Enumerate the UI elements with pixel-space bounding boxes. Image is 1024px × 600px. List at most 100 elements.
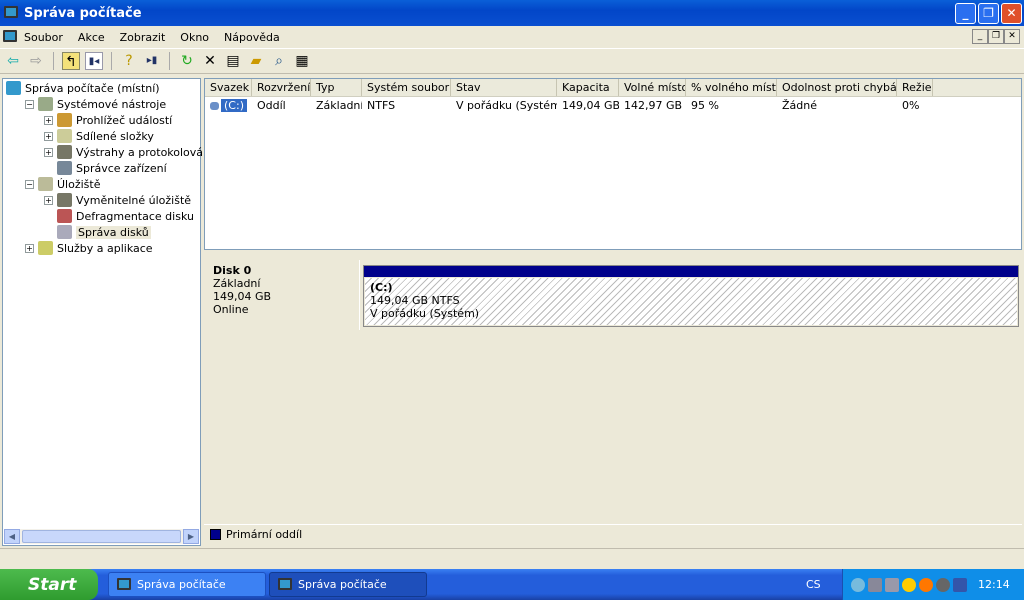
tree-node-icon	[57, 209, 72, 223]
help-icon[interactable]: ?	[120, 52, 138, 70]
app-tray-icon[interactable]	[953, 577, 967, 592]
computer-icon	[4, 6, 18, 18]
tree-node-icon	[57, 129, 72, 143]
volume-name: (C:)	[221, 99, 247, 112]
menu-akce[interactable]: Akce	[78, 31, 105, 44]
tree-item[interactable]: Defragmentace disku	[44, 208, 194, 224]
collapse-icon[interactable]: −	[25, 179, 34, 189]
refresh-icon[interactable]: ↻	[178, 52, 196, 70]
start-button[interactable]: Start	[0, 569, 98, 600]
partition-size: 149,04 GB NTFS	[370, 294, 460, 307]
show-hide-action-pane-icon[interactable]: ▸▮	[143, 52, 161, 70]
show-hide-tree-icon[interactable]: ▮◂	[85, 52, 103, 70]
menu-soubor[interactable]: Soubor	[24, 31, 63, 44]
table-row[interactable]: (C:) Oddíl Základní NTFS V pořádku (Systém) 1…	[205, 97, 1021, 114]
column-header[interactable]: Typ	[311, 79, 362, 96]
settings-icon[interactable]: ▦	[293, 52, 311, 70]
scroll-left-button[interactable]: ◀	[4, 529, 20, 544]
column-header[interactable]: Režie	[897, 79, 933, 96]
column-header[interactable]: % volného místa	[686, 79, 777, 96]
update-icon[interactable]	[919, 577, 933, 592]
maximize-button[interactable]: ❐	[978, 3, 999, 24]
computer-icon	[3, 30, 17, 42]
tree-item[interactable]: − Úložiště	[25, 176, 100, 192]
tree-item-label: Prohlížeč událostí	[76, 113, 173, 127]
partition-c[interactable]: (C:) 149,04 GB NTFS V pořádku (Systém)	[363, 265, 1019, 327]
tree-item-label: Systémové nástroje	[57, 97, 167, 111]
tree-item[interactable]: − Systémové nástroje	[25, 96, 166, 112]
scroll-thumb[interactable]	[22, 530, 181, 543]
table-cell: 149,04 GB	[562, 99, 619, 112]
column-header[interactable]: Volné místo	[619, 79, 686, 96]
column-header[interactable]: Systém souborů	[362, 79, 451, 96]
language-indicator[interactable]: CS	[806, 578, 821, 591]
tree-item[interactable]: + Vyměnitelné úložiště	[44, 192, 191, 208]
partition-status: V pořádku (Systém)	[370, 307, 480, 320]
tree-item[interactable]: Správa disků	[44, 224, 151, 240]
tree-item-label: Úložiště	[57, 177, 101, 191]
up-folder-icon[interactable]: ↰	[62, 52, 80, 70]
tree-line	[44, 212, 53, 221]
mdi-restore-button[interactable]: ❐	[988, 29, 1004, 44]
expand-icon[interactable]: +	[44, 147, 53, 157]
search-icon[interactable]	[851, 577, 865, 592]
tree-item-label: Sdílené složky	[76, 129, 154, 143]
menu-zobrazit[interactable]: Zobrazit	[120, 31, 166, 44]
scroll-right-button[interactable]: ▶	[183, 529, 199, 544]
expand-icon[interactable]: +	[44, 195, 53, 205]
back-icon[interactable]: ⇦	[4, 52, 22, 70]
volume-icon[interactable]	[936, 577, 950, 592]
mdi-close-button[interactable]: ✕	[1004, 29, 1020, 44]
legend: Primární oddíl	[204, 524, 1022, 544]
taskbar-button-active[interactable]: Správa počítače	[269, 572, 427, 597]
collapse-icon[interactable]: −	[25, 99, 34, 109]
disk-info[interactable]: Disk 0 Základní 149,04 GB Online	[204, 260, 360, 330]
expand-icon[interactable]: +	[44, 131, 53, 141]
tree-item[interactable]: + Služby a aplikace	[25, 240, 153, 256]
tree-item[interactable]: + Sdílené složky	[44, 128, 154, 144]
horizontal-scrollbar[interactable]: ◀ ▶	[4, 529, 199, 544]
table-cell: Žádné	[782, 99, 817, 112]
tree-item[interactable]: Správa počítače (místní)	[6, 80, 160, 96]
disk-graph: Disk 0 Základní 149,04 GB Online (C:) 14…	[204, 260, 1022, 330]
tree-item[interactable]: + Výstrahy a protokolování vý	[44, 144, 230, 160]
tree-item[interactable]: + Prohlížeč událostí	[44, 112, 172, 128]
partition-label: (C:)	[370, 281, 393, 294]
drive-icon	[210, 101, 220, 110]
separator	[169, 52, 170, 70]
minimize-button[interactable]: _	[955, 3, 976, 24]
taskbar-button[interactable]: Správa počítače	[108, 572, 266, 597]
column-header[interactable]: Odolnost proti chybám	[777, 79, 897, 96]
menu-okno[interactable]: Okno	[180, 31, 209, 44]
expand-icon[interactable]: +	[44, 115, 53, 125]
start-label: Start	[28, 574, 77, 595]
tree-item-label: Defragmentace disku	[76, 209, 194, 223]
properties-icon[interactable]: ▤	[224, 52, 242, 70]
disk-management-pane: Svazek Rozvržení Typ Systém souborů Stav Kapa…	[204, 78, 1024, 546]
open-folder-icon[interactable]: ▰	[247, 52, 265, 70]
table-cell: V pořádku (Systém)	[456, 99, 557, 112]
wireless-icon[interactable]	[885, 577, 899, 592]
security-shield-icon[interactable]	[902, 577, 916, 592]
menu-bar: Soubor Akce Zobrazit Okno Nápověda	[0, 26, 1024, 48]
table-cell: (C:)	[205, 99, 252, 112]
column-header[interactable]: Rozvržení	[252, 79, 311, 96]
disk-type: Základní	[213, 277, 261, 290]
delete-icon[interactable]: ✕	[201, 52, 219, 70]
forward-icon[interactable]: ⇨	[27, 52, 45, 70]
mdi-minimize-button[interactable]: _	[972, 29, 988, 44]
tree-item-label: Správce zařízení	[76, 161, 167, 175]
network-disconnected-icon[interactable]	[868, 577, 882, 592]
column-header[interactable]: Svazek	[205, 79, 252, 96]
column-header[interactable]: Stav	[451, 79, 557, 96]
tree-line	[44, 228, 53, 237]
expand-icon[interactable]: +	[25, 243, 34, 253]
column-header[interactable]: Kapacita	[557, 79, 619, 96]
menu-napoveda[interactable]: Nápověda	[224, 31, 280, 44]
close-button[interactable]: ✕	[1001, 3, 1022, 24]
tree-item[interactable]: Správce zařízení	[44, 160, 167, 176]
search-icon[interactable]: ⌕	[270, 52, 288, 70]
disk-state: Online	[213, 303, 249, 316]
tree-node-icon	[57, 193, 72, 207]
legend-label: Primární oddíl	[226, 528, 303, 541]
